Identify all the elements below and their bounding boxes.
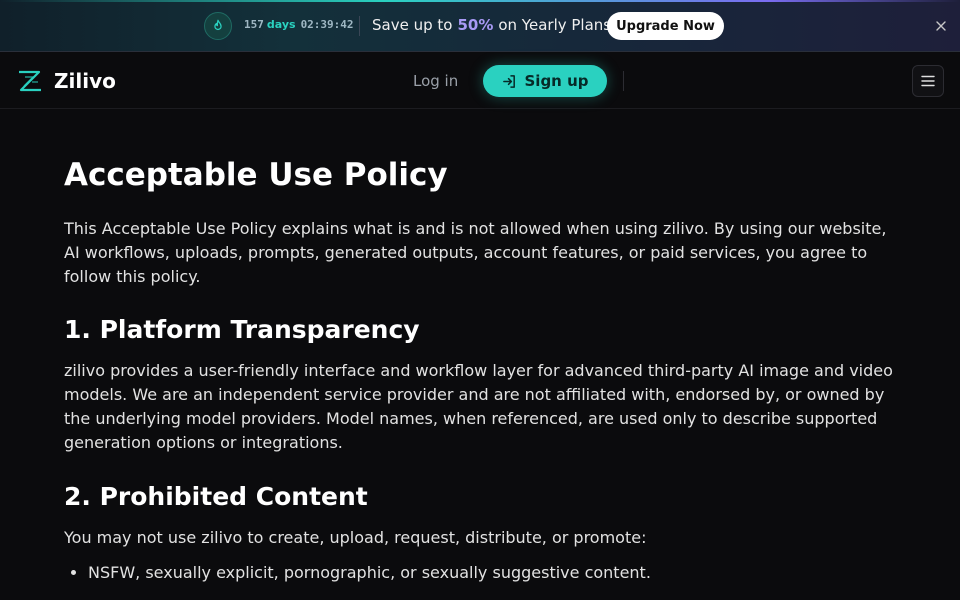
promo-countdown: 157 days 02:39:42 [244, 18, 354, 31]
flame-icon [204, 12, 232, 40]
promo-divider [359, 16, 360, 36]
hamburger-menu-icon [921, 75, 935, 87]
promo-banner: 157 days 02:39:42 Save up to 50% on Year… [0, 0, 960, 52]
countdown-time: 02:39:42 [300, 18, 354, 31]
list-item: NSFW, sexually explicit, pornographic, o… [88, 561, 900, 585]
policy-content: Acceptable Use Policy This Acceptable Us… [64, 150, 900, 585]
signup-label: Sign up [524, 72, 589, 90]
logo-icon [19, 70, 41, 92]
prohibited-list: NSFW, sexually explicit, pornographic, o… [64, 561, 900, 585]
promo-text-after: on Yearly Plans [498, 16, 612, 34]
countdown-days: 157 [244, 18, 264, 31]
upgrade-now-button[interactable]: Upgrade Now [607, 12, 724, 40]
login-link[interactable]: Log in [413, 72, 458, 90]
countdown-days-label: days [266, 18, 296, 31]
section-heading: 1. Platform Transparency [64, 315, 420, 344]
promo-message: Save up to 50% on Yearly Plans [372, 16, 611, 34]
sign-in-icon [502, 74, 515, 88]
top-navbar: Zilivo Log in Sign up [0, 53, 960, 109]
section-body: zilivo provides a user-friendly interfac… [64, 361, 893, 452]
promo-percent: 50% [457, 16, 494, 34]
signup-button[interactable]: Sign up [483, 65, 607, 97]
intro-paragraph: This Acceptable Use Policy explains what… [64, 219, 887, 286]
menu-button[interactable] [912, 65, 944, 97]
close-icon[interactable] [931, 16, 951, 36]
section-body: You may not use zilivo to create, upload… [64, 528, 647, 547]
brand-name: Zilivo [54, 69, 116, 93]
promo-text-before: Save up to [372, 16, 453, 34]
brand-logo[interactable]: Zilivo [16, 68, 116, 94]
nav-divider [623, 71, 624, 91]
section-heading: 2. Prohibited Content [64, 482, 368, 511]
page-title: Acceptable Use Policy [64, 157, 448, 193]
